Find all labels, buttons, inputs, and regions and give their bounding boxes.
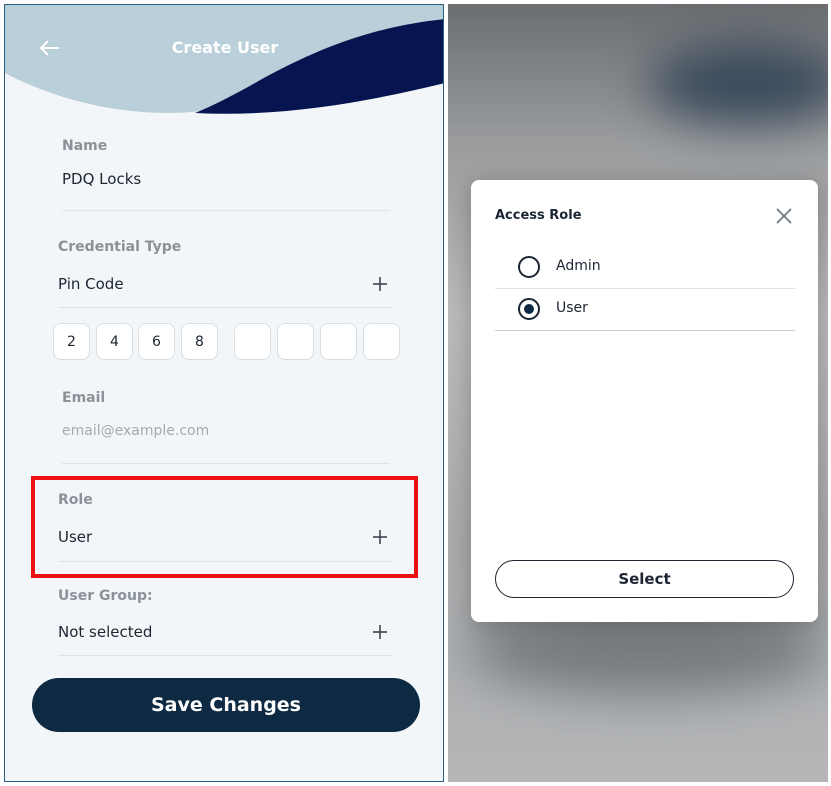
select-button[interactable]: Select xyxy=(495,560,794,598)
credential-type-label: Credential Type xyxy=(58,239,182,255)
pin-digit-8[interactable] xyxy=(363,323,400,360)
page-title: Create User xyxy=(171,38,279,57)
email-divider xyxy=(62,463,390,464)
credential-divider xyxy=(58,307,393,308)
access-role-screen: Access Role Admin User Select xyxy=(448,4,828,782)
role-highlight-box xyxy=(31,476,418,578)
header-wave xyxy=(5,5,443,114)
name-divider xyxy=(62,210,390,211)
name-field[interactable]: PDQ Locks xyxy=(62,170,141,188)
pin-digit-5[interactable] xyxy=(234,323,271,360)
modal-title: Access Role xyxy=(495,208,582,223)
save-changes-button[interactable]: Save Changes xyxy=(32,678,420,732)
role-option-label: Admin xyxy=(556,258,601,274)
user-group-value[interactable]: Not selected xyxy=(58,623,152,641)
create-user-screen: Create User Name PDQ Locks Credential Ty… xyxy=(4,4,444,782)
pin-digit-4[interactable]: 8 xyxy=(181,323,218,360)
pin-digit-1[interactable]: 2 xyxy=(53,323,90,360)
user-group-plus-icon[interactable] xyxy=(371,623,389,641)
role-option-admin[interactable]: Admin xyxy=(495,246,795,288)
role-option-user[interactable]: User xyxy=(495,288,795,330)
pin-digit-6[interactable] xyxy=(277,323,314,360)
radio-dot xyxy=(524,304,534,314)
pin-digit-3[interactable]: 6 xyxy=(138,323,175,360)
radio-unselected-icon xyxy=(518,256,540,278)
name-label: Name xyxy=(62,138,108,154)
radio-selected-icon xyxy=(518,298,540,320)
blurred-background-shape xyxy=(648,44,828,124)
email-label: Email xyxy=(62,390,106,406)
pin-digit-2[interactable]: 4 xyxy=(96,323,133,360)
user-group-divider xyxy=(58,655,393,656)
email-field[interactable]: email@example.com xyxy=(62,423,209,439)
pin-digit-7[interactable] xyxy=(320,323,357,360)
user-group-label: User Group: xyxy=(58,588,153,604)
access-role-modal: Access Role Admin User Select xyxy=(471,180,818,622)
option-divider xyxy=(495,330,795,331)
credential-type-value[interactable]: Pin Code xyxy=(58,275,124,293)
role-option-label: User xyxy=(556,300,588,316)
credential-type-plus-icon[interactable] xyxy=(371,275,389,293)
close-icon[interactable] xyxy=(774,206,794,226)
